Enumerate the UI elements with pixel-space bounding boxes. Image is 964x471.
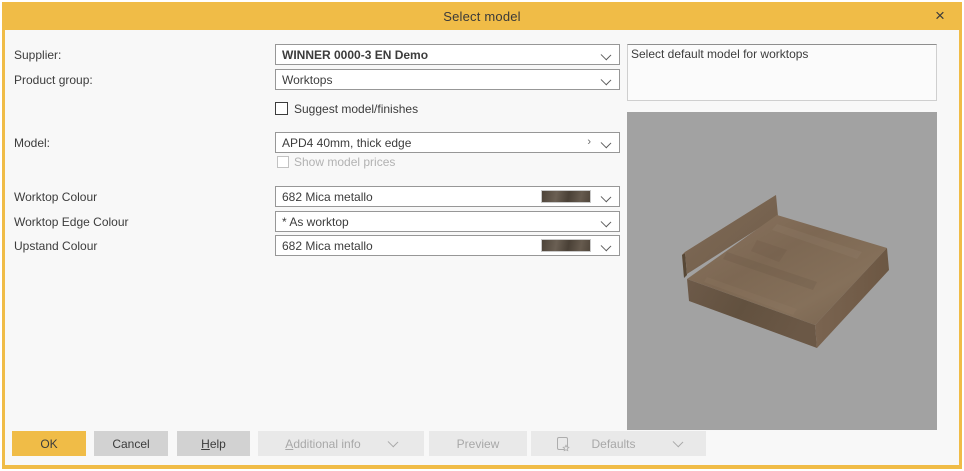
upstand-colour-swatch: [541, 239, 591, 252]
cancel-button-label: Cancel: [112, 437, 149, 451]
chevron-down-icon: [601, 50, 612, 61]
chevron-down-icon: [387, 436, 398, 447]
model-dropdown[interactable]: APD4 40mm, thick edge ›: [275, 132, 620, 153]
model-label: Model:: [14, 136, 50, 150]
supplier-label: Supplier:: [14, 48, 61, 62]
upstand-colour-dropdown[interactable]: 682 Mica metallo: [275, 235, 620, 256]
ok-button[interactable]: OK: [12, 431, 86, 456]
chevron-down-icon: [601, 138, 612, 149]
worktop-render: [627, 112, 937, 430]
worktop-colour-value: 682 Mica metallo: [282, 190, 373, 204]
worktop-edge-colour-label: Worktop Edge Colour: [14, 215, 129, 229]
worktop-colour-dropdown[interactable]: 682 Mica metallo: [275, 186, 620, 207]
product-group-dropdown[interactable]: Worktops: [275, 69, 620, 90]
product-group-value: Worktops: [282, 73, 332, 87]
product-group-label: Product group:: [14, 73, 93, 87]
show-model-prices-checkbox: [277, 156, 289, 168]
chevron-down-icon: [601, 241, 612, 252]
select-model-dialog: Select model × Supplier: Product group: …: [0, 0, 964, 471]
dialog-title: Select model: [443, 9, 521, 24]
defaults-button: Defaults: [531, 431, 706, 456]
ok-button-label: OK: [40, 437, 57, 451]
info-panel: Select default model for worktops: [627, 44, 937, 101]
preview-button-label: Preview: [457, 437, 500, 451]
model-3d-preview: [627, 112, 937, 430]
cancel-button[interactable]: Cancel: [94, 431, 168, 456]
worktop-colour-label: Worktop Colour: [14, 190, 97, 204]
preview-button: Preview: [429, 431, 527, 456]
suggest-model-checkbox[interactable]: [275, 102, 288, 115]
upstand-colour-label: Upstand Colour: [14, 239, 97, 253]
help-button[interactable]: Help: [177, 431, 250, 456]
supplier-dropdown[interactable]: WINNER 0000-3 EN Demo: [275, 44, 620, 65]
worktop-colour-swatch: [541, 190, 591, 203]
chevron-down-icon: [672, 436, 683, 447]
chevron-down-icon: [601, 75, 612, 86]
additional-info-button-label: Additional info: [285, 437, 360, 451]
upstand-colour-value: 682 Mica metallo: [282, 239, 373, 253]
show-model-prices-checkbox-label: Show model prices: [294, 155, 395, 169]
close-icon[interactable]: ×: [930, 6, 950, 26]
supplier-value: WINNER 0000-3 EN Demo: [282, 48, 428, 62]
defaults-button-label: Defaults: [591, 437, 635, 451]
worktop-edge-colour-value: * As worktop: [282, 215, 349, 229]
additional-info-button: Additional info: [258, 431, 424, 456]
defaults-icon: [555, 436, 571, 452]
model-value: APD4 40mm, thick edge: [282, 136, 411, 150]
model-more-indicator: ›: [587, 136, 591, 148]
dialog-titlebar: Select model ×: [2, 2, 962, 30]
chevron-down-icon: [601, 192, 612, 203]
chevron-down-icon: [601, 217, 612, 228]
suggest-model-checkbox-label: Suggest model/finishes: [294, 102, 418, 116]
help-button-label: Help: [201, 437, 226, 451]
worktop-edge-colour-dropdown[interactable]: * As worktop: [275, 211, 620, 232]
